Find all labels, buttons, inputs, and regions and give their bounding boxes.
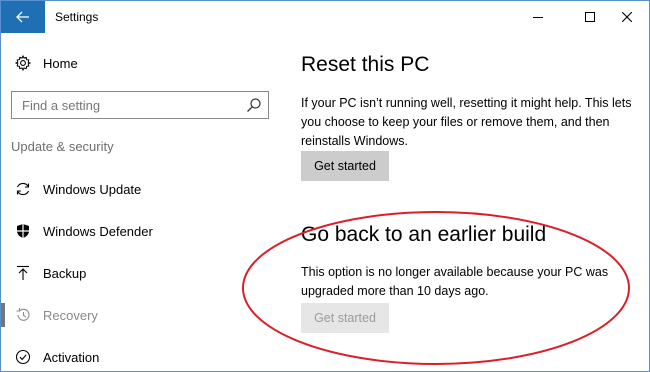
search-input[interactable]: Find a setting xyxy=(11,91,269,119)
sidebar-item-label: Windows Defender xyxy=(43,223,153,239)
title-bar: Settings xyxy=(1,1,649,33)
back-arrow-icon xyxy=(16,11,29,23)
sidebar-item-home[interactable]: Home xyxy=(1,45,281,81)
close-icon xyxy=(622,12,632,22)
sidebar-item-label: Activation xyxy=(43,349,100,365)
sidebar-item-label: Backup xyxy=(43,265,87,281)
check-circle-icon xyxy=(14,348,32,366)
sidebar-item-activation[interactable]: Activation xyxy=(1,339,281,371)
sidebar-item-recovery[interactable]: Recovery xyxy=(1,297,281,333)
settings-window: Settings Home Find a setting Update & se… xyxy=(0,0,650,372)
go-back-heading: Go back to an earlier build xyxy=(301,223,547,246)
search-icon xyxy=(247,98,261,112)
close-button[interactable] xyxy=(604,1,649,33)
go-back-get-started-button[interactable]: Get started xyxy=(301,303,389,333)
sidebar-item-backup[interactable]: Backup xyxy=(1,255,281,291)
sidebar-item-label: Recovery xyxy=(43,307,98,323)
shield-icon xyxy=(14,222,32,240)
sync-icon xyxy=(14,180,32,198)
sidebar-item-windows-update[interactable]: Windows Update xyxy=(1,171,281,207)
sidebar-item-label: Windows Update xyxy=(43,181,142,197)
window-title: Settings xyxy=(55,10,99,24)
sidebar: Home Find a setting Update & security Wi… xyxy=(1,33,281,371)
upload-arrow-icon xyxy=(14,264,32,282)
maximize-icon xyxy=(585,12,595,22)
gear-icon xyxy=(14,54,32,72)
sidebar-item-windows-defender[interactable]: Windows Defender xyxy=(1,213,281,249)
reset-heading: Reset this PC xyxy=(301,53,430,76)
sidebar-item-label: Home xyxy=(43,55,78,71)
search-placeholder: Find a setting xyxy=(22,98,101,113)
go-back-description: This option is no longer available becau… xyxy=(301,265,609,298)
reset-description: If your PC isn’t running well, resetting… xyxy=(301,96,632,148)
minimize-icon xyxy=(533,17,543,18)
reset-get-started-button[interactable]: Get started xyxy=(301,151,389,181)
section-title: Update & security xyxy=(11,139,114,154)
history-icon xyxy=(14,306,32,324)
minimize-button[interactable] xyxy=(515,1,561,33)
selection-indicator xyxy=(1,303,5,327)
back-button[interactable] xyxy=(1,1,45,33)
